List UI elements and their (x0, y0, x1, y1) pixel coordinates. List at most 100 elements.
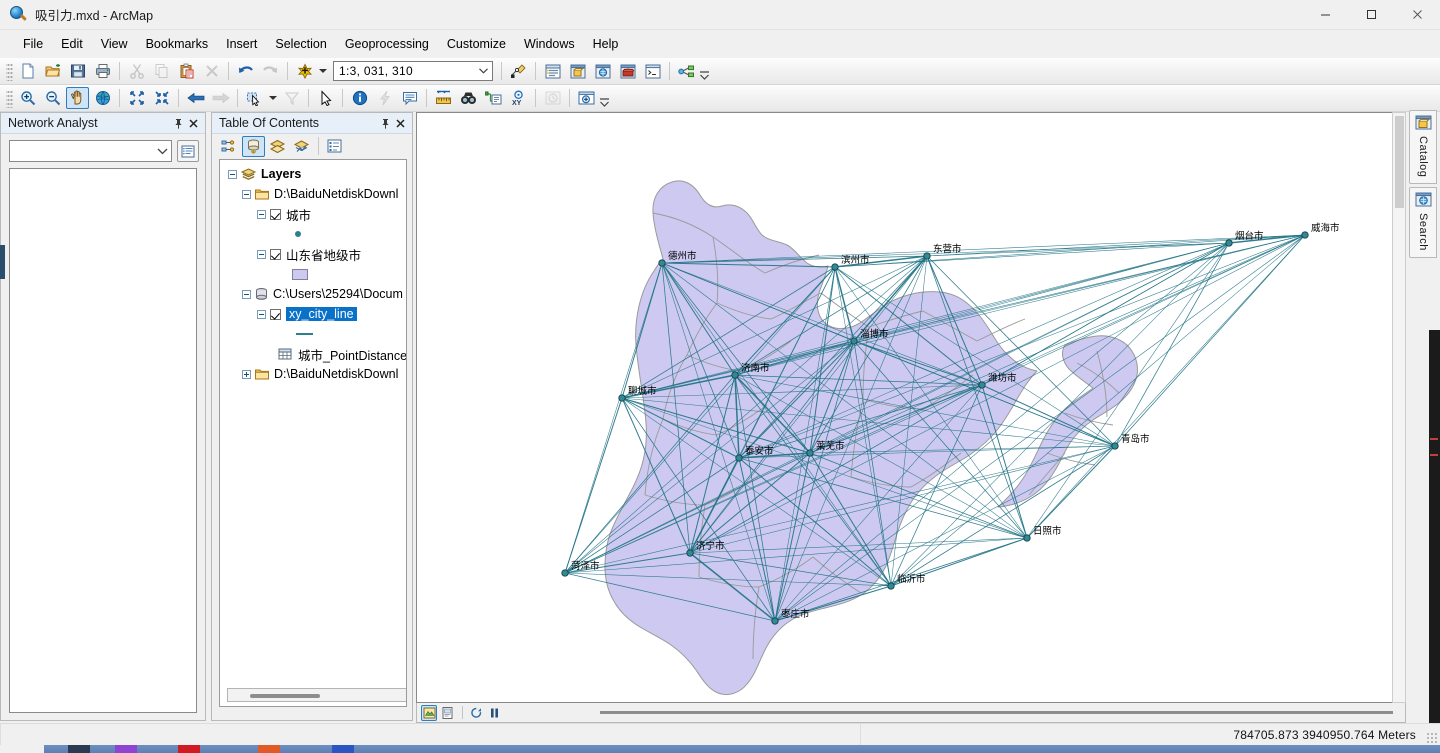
copy-icon[interactable] (150, 60, 173, 82)
expander-icon[interactable] (257, 249, 266, 259)
cut-icon[interactable] (125, 60, 148, 82)
close-button[interactable] (1394, 0, 1440, 30)
list-by-visibility-icon[interactable] (266, 136, 289, 157)
toolbar-grip[interactable] (6, 88, 13, 108)
toc-node-layers[interactable]: Layers (220, 164, 406, 184)
expander-icon[interactable] (242, 369, 251, 379)
map-scale-combobox[interactable]: 1:3, 031, 310 (333, 61, 493, 81)
menu-customize[interactable]: Customize (438, 33, 515, 55)
go-to-xy-icon[interactable]: XY (507, 87, 530, 109)
taskbar-icon[interactable] (68, 745, 90, 753)
identify-icon[interactable] (348, 87, 371, 109)
layout-view-icon[interactable] (439, 705, 455, 721)
pin-icon[interactable] (378, 115, 393, 132)
toc-node-table-pointdistance[interactable]: 城市_PointDistance (220, 344, 406, 364)
taskbar-icon[interactable] (178, 745, 200, 753)
toolbar-grip[interactable] (6, 61, 13, 81)
maximize-button[interactable] (1348, 0, 1394, 30)
catalog-window-icon[interactable] (566, 60, 589, 82)
taskbar-icon[interactable] (115, 745, 137, 753)
menu-help[interactable]: Help (584, 33, 628, 55)
full-extent-icon[interactable] (91, 87, 114, 109)
fixed-zoom-in-icon[interactable] (125, 87, 148, 109)
toc-node-layer-xy-city-line[interactable]: xy_city_line (220, 304, 406, 324)
expander-icon[interactable] (257, 209, 266, 219)
select-features-icon[interactable] (243, 87, 266, 109)
data-view-icon[interactable] (421, 704, 437, 721)
pan-icon[interactable] (66, 87, 89, 109)
network-dataset-combobox[interactable] (9, 140, 172, 162)
expander-icon[interactable] (242, 189, 251, 199)
menu-geoprocessing[interactable]: Geoprocessing (336, 33, 438, 55)
refresh-view-icon[interactable] (468, 705, 484, 721)
undo-icon[interactable] (234, 60, 257, 82)
menu-selection[interactable]: Selection (266, 33, 335, 55)
table-of-contents-icon[interactable] (541, 60, 564, 82)
toc-node-geodatabase[interactable]: C:\Users\25294\Docum (220, 284, 406, 304)
taskbar-icon[interactable] (258, 745, 280, 753)
toc-horizontal-scrollbar[interactable] (227, 688, 406, 702)
toc-node-layer-chengshi[interactable]: 城市 (220, 204, 406, 224)
delete-icon[interactable] (200, 60, 223, 82)
network-analyst-list[interactable] (9, 168, 197, 713)
menu-view[interactable]: View (92, 33, 137, 55)
print-icon[interactable] (91, 60, 114, 82)
menu-insert[interactable]: Insert (217, 33, 266, 55)
toc-node-folder-2[interactable]: D:\BaiduNetdiskDownl (220, 364, 406, 384)
search-window-icon[interactable] (591, 60, 614, 82)
measure-icon[interactable] (432, 87, 455, 109)
toc-tree[interactable]: Layers D:\BaiduNetdiskDownl 城市 山东省地级市 C:… (219, 159, 407, 707)
add-data-dropdown-icon[interactable] (317, 60, 329, 82)
scrollbar-thumb[interactable] (1395, 116, 1404, 208)
expander-icon[interactable] (242, 289, 251, 299)
chevron-down-icon[interactable] (153, 148, 171, 155)
create-viewer-window-icon[interactable] (575, 87, 598, 109)
map-vertical-scrollbar[interactable] (1392, 112, 1406, 703)
chevron-down-icon[interactable] (475, 68, 492, 74)
editor-toolbar-icon[interactable] (507, 60, 530, 82)
toolbar-overflow-icon[interactable] (699, 60, 710, 82)
open-document-icon[interactable] (41, 60, 64, 82)
resize-grip[interactable] (1426, 732, 1437, 743)
find-icon[interactable] (457, 87, 480, 109)
close-icon[interactable] (393, 115, 408, 132)
menu-file[interactable]: File (14, 33, 52, 55)
menu-bookmarks[interactable]: Bookmarks (137, 33, 218, 55)
list-by-source-icon[interactable] (242, 135, 265, 157)
html-popup-icon[interactable] (398, 87, 421, 109)
zoom-out-icon[interactable] (41, 87, 64, 109)
redo-icon[interactable] (259, 60, 282, 82)
layer-visibility-checkbox[interactable] (270, 208, 281, 220)
time-slider-icon[interactable] (541, 87, 564, 109)
map-horizontal-scrollbar[interactable] (510, 706, 1399, 719)
add-data-icon[interactable] (293, 60, 316, 82)
toc-options-icon[interactable] (323, 136, 346, 157)
close-icon[interactable] (186, 115, 201, 132)
toc-node-layer-shandong[interactable]: 山东省地级市 (220, 244, 406, 264)
list-by-drawing-order-icon[interactable] (218, 136, 241, 157)
zoom-in-icon[interactable] (16, 87, 39, 109)
model-builder-icon[interactable] (675, 60, 698, 82)
new-document-icon[interactable] (16, 60, 39, 82)
scrollbar-thumb[interactable] (600, 711, 1393, 714)
toc-node-folder-1[interactable]: D:\BaiduNetdiskDownl (220, 184, 406, 204)
minimize-button[interactable] (1302, 0, 1348, 30)
clear-selection-icon[interactable] (280, 87, 303, 109)
fixed-zoom-out-icon[interactable] (150, 87, 173, 109)
dock-tab-catalog[interactable]: Catalog (1409, 110, 1437, 185)
go-back-extent-icon[interactable] (184, 87, 207, 109)
python-window-icon[interactable] (641, 60, 664, 82)
select-features-dropdown-icon[interactable] (267, 87, 279, 109)
layer-visibility-checkbox[interactable] (270, 308, 281, 320)
toolbar-overflow-icon[interactable] (599, 87, 610, 109)
expander-icon[interactable] (257, 309, 266, 319)
arctoolbox-icon[interactable] (616, 60, 639, 82)
expander-icon[interactable] (228, 169, 237, 179)
go-forward-extent-icon[interactable] (209, 87, 232, 109)
pin-icon[interactable] (171, 115, 186, 132)
menu-windows[interactable]: Windows (515, 33, 584, 55)
select-elements-icon[interactable] (314, 87, 337, 109)
paste-icon[interactable] (175, 60, 198, 82)
hyperlink-icon[interactable] (373, 87, 396, 109)
menu-edit[interactable]: Edit (52, 33, 92, 55)
